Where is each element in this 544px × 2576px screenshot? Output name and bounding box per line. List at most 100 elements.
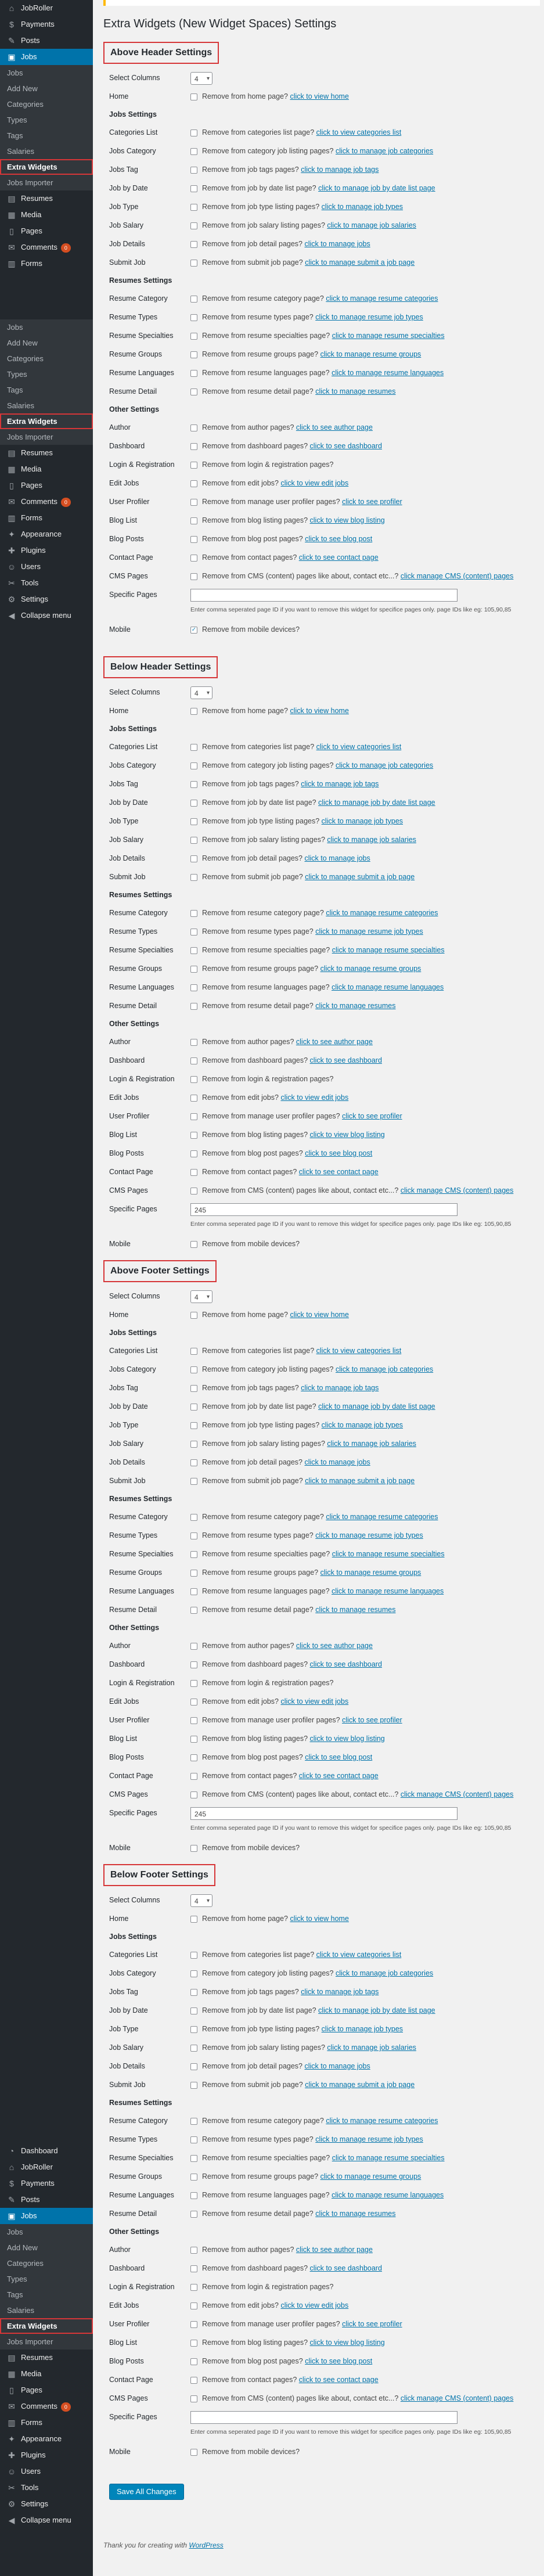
resume-groups-checkbox[interactable] <box>190 351 197 358</box>
menu-item-pages[interactable]: ▯ Pages <box>0 477 93 494</box>
user-profiler-checkbox[interactable] <box>190 498 197 506</box>
submit-job-link[interactable]: click to manage submit a job page <box>305 258 415 267</box>
blog-posts-checkbox[interactable] <box>190 1754 197 1761</box>
resume-types-link[interactable]: click to manage resume job types <box>315 313 423 321</box>
contact-page-link[interactable]: click to see contact page <box>299 2376 379 2384</box>
submenu-item-jobs-importer[interactable]: Jobs Importer <box>0 175 93 190</box>
job-by-date-link[interactable]: click to manage job by date list page <box>318 184 435 192</box>
menu-item-forms[interactable]: ▥ Forms <box>0 2415 93 2431</box>
jobs-category-link[interactable]: click to manage job categories <box>336 1969 433 1977</box>
author-link[interactable]: click to see author page <box>296 423 373 431</box>
job-by-date-link[interactable]: click to manage job by date list page <box>318 1402 435 1411</box>
submenu-item-add-new[interactable]: Add New <box>0 81 93 96</box>
categories-list-checkbox[interactable] <box>190 1951 197 1959</box>
menu-item-settings[interactable]: ⚙ Settings <box>0 2496 93 2512</box>
job-details-link[interactable]: click to manage jobs <box>305 240 370 248</box>
submit-job-checkbox[interactable] <box>190 259 197 267</box>
submenu-item-extra-widgets[interactable]: Extra Widgets <box>0 413 93 429</box>
jobs-category-checkbox[interactable] <box>190 1970 197 1977</box>
job-type-checkbox[interactable] <box>190 2025 197 2033</box>
job-salary-checkbox[interactable] <box>190 2044 197 2052</box>
resume-category-checkbox[interactable] <box>190 1513 197 1521</box>
menu-item-payments[interactable]: $ Payments <box>0 16 93 33</box>
menu-item-jobroller[interactable]: ⌂ JobRoller <box>0 0 93 16</box>
select-columns-dropdown[interactable]: 4 ▾ <box>190 1894 212 1907</box>
author-link[interactable]: click to see author page <box>296 2246 373 2254</box>
edit-jobs-link[interactable]: click to view edit jobs <box>281 1093 349 1102</box>
blog-list-checkbox[interactable] <box>190 1735 197 1743</box>
job-type-checkbox[interactable] <box>190 203 197 211</box>
submenu-item-jobs-importer[interactable]: Jobs Importer <box>0 429 93 445</box>
submit-job-checkbox[interactable] <box>190 873 197 881</box>
menu-item-media[interactable]: ▦ Media <box>0 2366 93 2382</box>
blog-posts-checkbox[interactable] <box>190 535 197 543</box>
jobs-category-link[interactable]: click to manage job categories <box>336 761 433 769</box>
jobs-tag-link[interactable]: click to manage job tags <box>301 1988 379 1996</box>
dashboard-link[interactable]: click to see dashboard <box>310 1660 382 1668</box>
home-checkbox[interactable] <box>190 707 197 715</box>
submenu-item-extra-widgets[interactable]: Extra Widgets <box>0 2318 93 2334</box>
resume-specialties-checkbox[interactable] <box>190 332 197 340</box>
job-salary-checkbox[interactable] <box>190 222 197 229</box>
submenu-item-add-new[interactable]: Add New <box>0 335 93 351</box>
job-details-link[interactable]: click to manage jobs <box>305 854 370 862</box>
contact-page-link[interactable]: click to see contact page <box>299 1772 379 1780</box>
blog-posts-checkbox[interactable] <box>190 1150 197 1157</box>
mobile-checkbox[interactable] <box>190 626 197 634</box>
resume-category-checkbox[interactable] <box>190 2117 197 2125</box>
specific-pages-input[interactable]: 245 <box>190 1807 457 1820</box>
blog-posts-checkbox[interactable] <box>190 2358 197 2365</box>
menu-item-payments[interactable]: $ Payments <box>0 2175 93 2192</box>
menu-item-plugins[interactable]: ✚ Plugins <box>0 542 93 559</box>
job-salary-link[interactable]: click to manage job salaries <box>327 836 416 844</box>
menu-item-dashboard[interactable]: ◔ Dashboard <box>0 2143 93 2159</box>
resume-types-link[interactable]: click to manage resume job types <box>315 1531 423 1539</box>
contact-page-checkbox[interactable] <box>190 554 197 562</box>
menu-item-media[interactable]: ▦ Media <box>0 461 93 477</box>
contact-page-checkbox[interactable] <box>190 1168 197 1176</box>
dashboard-link[interactable]: click to see dashboard <box>310 2264 382 2272</box>
categories-list-link[interactable]: click to view categories list <box>316 743 402 751</box>
blog-list-link[interactable]: click to view blog listing <box>310 1131 385 1139</box>
jobs-category-checkbox[interactable] <box>190 147 197 155</box>
menu-item-tools[interactable]: ✂ Tools <box>0 575 93 591</box>
resume-groups-link[interactable]: click to manage resume groups <box>320 965 421 973</box>
resume-groups-checkbox[interactable] <box>190 1569 197 1577</box>
job-type-checkbox[interactable] <box>190 1422 197 1429</box>
edit-jobs-link[interactable]: click to view edit jobs <box>281 479 349 487</box>
menu-item-comments[interactable]: ✉ Comments 0 <box>0 2398 93 2415</box>
resume-specialties-link[interactable]: click to manage resume specialties <box>332 1550 445 1558</box>
submit-job-checkbox[interactable] <box>190 2081 197 2089</box>
resume-detail-link[interactable]: click to manage resumes <box>315 2210 395 2218</box>
resume-specialties-link[interactable]: click to manage resume specialties <box>332 2154 445 2162</box>
edit-jobs-checkbox[interactable] <box>190 1094 197 1102</box>
blog-list-checkbox[interactable] <box>190 1131 197 1139</box>
contact-page-checkbox[interactable] <box>190 2376 197 2384</box>
submenu-item-jobs[interactable]: Jobs <box>0 319 93 335</box>
dashboard-link[interactable]: click to see dashboard <box>310 442 382 450</box>
submenu-item-add-new[interactable]: Add New <box>0 2240 93 2255</box>
categories-list-link[interactable]: click to view categories list <box>316 1951 402 1959</box>
categories-list-link[interactable]: click to view categories list <box>316 1347 402 1355</box>
jobs-tag-checkbox[interactable] <box>190 780 197 788</box>
submenu-item-jobs-importer[interactable]: Jobs Importer <box>0 2334 93 2350</box>
home-link[interactable]: click to view home <box>290 707 348 715</box>
jobs-tag-checkbox[interactable] <box>190 166 197 174</box>
select-columns-dropdown[interactable]: 4 ▾ <box>190 686 212 699</box>
resume-groups-checkbox[interactable] <box>190 965 197 973</box>
resume-detail-link[interactable]: click to manage resumes <box>315 1002 395 1010</box>
menu-item-jobs[interactable]: ▣ Jobs <box>0 2208 93 2224</box>
home-link[interactable]: click to view home <box>290 1915 348 1923</box>
job-salary-link[interactable]: click to manage job salaries <box>327 2043 416 2052</box>
author-link[interactable]: click to see author page <box>296 1642 373 1650</box>
resume-languages-checkbox[interactable] <box>190 1588 197 1595</box>
jobs-category-link[interactable]: click to manage job categories <box>336 147 433 155</box>
resume-category-link[interactable]: click to manage resume categories <box>326 294 438 303</box>
submenu-item-types[interactable]: Types <box>0 112 93 128</box>
submenu-item-categories[interactable]: Categories <box>0 96 93 112</box>
author-checkbox[interactable] <box>190 2246 197 2254</box>
resume-detail-checkbox[interactable] <box>190 388 197 395</box>
wordpress-link[interactable]: WordPress <box>189 2541 223 2549</box>
menu-item-pages[interactable]: ▯ Pages <box>0 2382 93 2398</box>
user-profiler-checkbox[interactable] <box>190 1113 197 1120</box>
